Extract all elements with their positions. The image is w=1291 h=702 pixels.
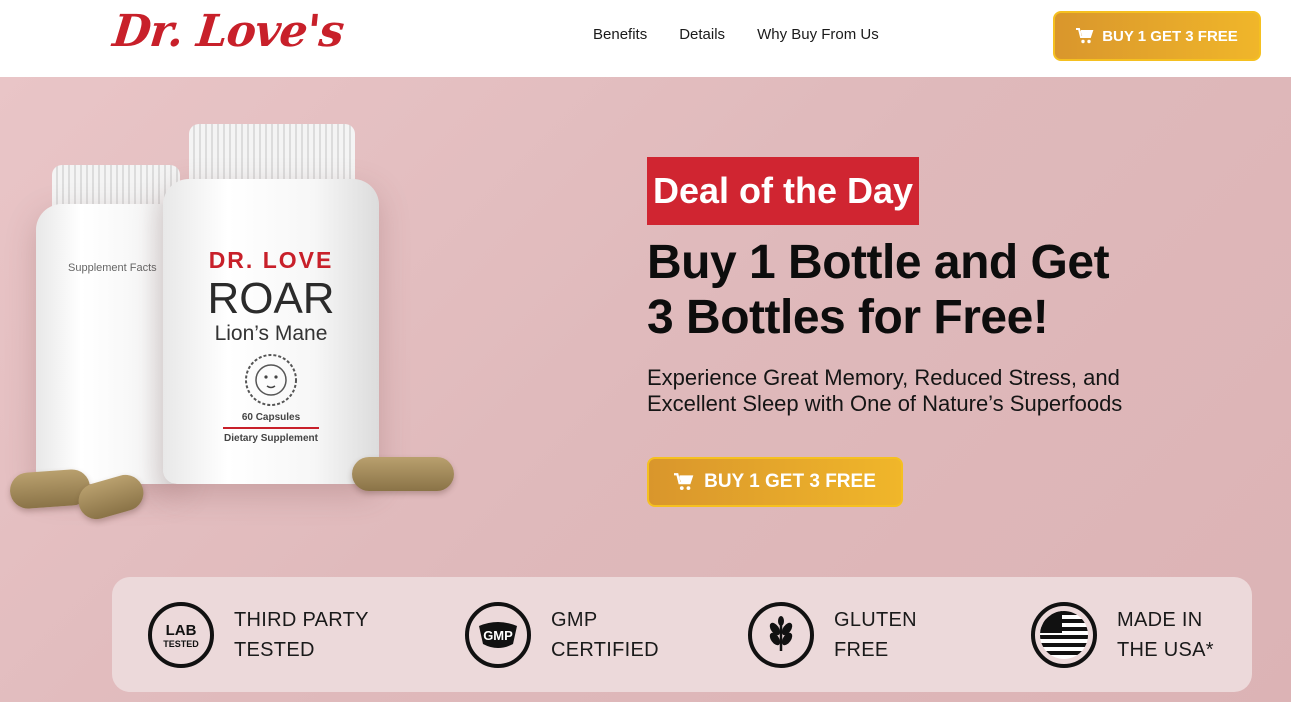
sub-line-2: Excellent Sleep with One of Nature’s Sup… xyxy=(647,391,1123,416)
back-bottle-label: Supplement Facts xyxy=(68,262,157,274)
cart-icon xyxy=(1076,28,1094,44)
product-label: DR. LOVE ROAR Lion’s Mane 60 Capsules Di… xyxy=(163,247,379,444)
svg-text:TESTED: TESTED xyxy=(163,639,199,649)
trust-label-line1: MADE IN xyxy=(1117,608,1203,631)
product-variant: Lion’s Mane xyxy=(214,322,328,345)
hero-subheadline: Experience Great Memory, Reduced Stress,… xyxy=(647,365,1207,417)
cart-icon xyxy=(674,473,694,490)
hero-buy-button[interactable]: BUY 1 GET 3 FREE xyxy=(647,457,903,507)
us-flag-icon xyxy=(1031,601,1097,668)
trust-label-line1: THIRD PARTY xyxy=(234,608,369,631)
gmp-icon: GMP xyxy=(465,601,531,668)
trust-label-line1: GMP xyxy=(551,608,598,631)
header-buy-label: BUY 1 GET 3 FREE xyxy=(1102,27,1238,45)
trust-label-line2: TESTED xyxy=(234,638,315,661)
trust-gmp: GMP GMP CERTIFIED xyxy=(465,577,659,692)
trust-label-line2: CERTIFIED xyxy=(551,638,659,661)
headline-line-1: Buy 1 Bottle and Get xyxy=(647,236,1110,289)
supplement-type: Dietary Supplement xyxy=(224,433,318,444)
svg-text:LAB: LAB xyxy=(166,622,197,639)
wheat-icon xyxy=(748,601,814,668)
brand-logo[interactable]: Dr. Love's xyxy=(110,6,345,57)
headline-line-2: 3 Bottles for Free! xyxy=(647,291,1049,344)
product-brand: DR. LOVE xyxy=(208,247,334,273)
lab-tested-icon: LAB TESTED xyxy=(148,601,214,668)
nav-details[interactable]: Details xyxy=(679,26,725,43)
trust-label-line1: GLUTEN xyxy=(834,608,917,631)
deal-badge: Deal of the Day xyxy=(647,157,920,225)
header-buy-button[interactable]: BUY 1 GET 3 FREE xyxy=(1053,11,1261,61)
capsule-count: 60 Capsules xyxy=(241,412,301,423)
lion-icon xyxy=(245,354,297,406)
site-header: Dr. Love's Benefits Details Why Buy From… xyxy=(0,0,1291,77)
label-divider xyxy=(223,427,319,429)
trust-label-line2: THE USA* xyxy=(1117,638,1214,661)
trust-gluten-free: GLUTEN FREE xyxy=(748,577,917,692)
svg-text:GMP: GMP xyxy=(483,628,513,643)
nav-benefits[interactable]: Benefits xyxy=(593,26,647,43)
trust-badges: LAB TESTED THIRD PARTY TESTED GMP GMP CERTI… xyxy=(112,577,1252,692)
trust-label-line2: FREE xyxy=(834,638,889,661)
main-nav: Benefits Details Why Buy From Us xyxy=(593,26,879,43)
sub-line-1: Experience Great Memory, Reduced Stress,… xyxy=(647,365,1120,390)
hero-buy-label: BUY 1 GET 3 FREE xyxy=(704,471,876,492)
nav-why-buy[interactable]: Why Buy From Us xyxy=(757,26,879,43)
hero-section: Supplement Facts DR. LOVE ROAR Lion’s Ma… xyxy=(0,77,1291,702)
trust-made-in-usa: MADE IN THE USA* xyxy=(1031,577,1214,692)
product-name: ROAR xyxy=(207,274,335,323)
hero-headline: Buy 1 Bottle and Get 3 Bottles for Free! xyxy=(647,235,1247,345)
trust-third-party: LAB TESTED THIRD PARTY TESTED xyxy=(148,577,369,692)
capsule-pill xyxy=(352,457,454,491)
